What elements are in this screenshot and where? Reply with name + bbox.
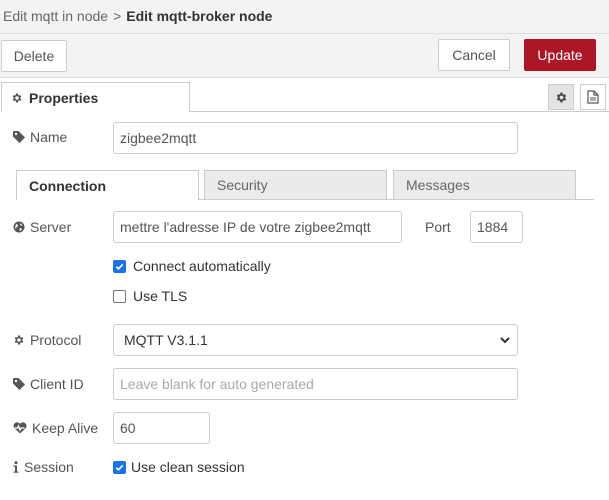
- use-tls-label: Use TLS: [133, 288, 188, 304]
- name-label: Name: [13, 129, 67, 145]
- clean-session-option[interactable]: Use clean session: [113, 459, 245, 475]
- tab-security[interactable]: Security: [204, 170, 387, 200]
- tab-properties[interactable]: Properties: [1, 82, 190, 112]
- session-label-text: Session: [24, 459, 74, 475]
- tab-connection[interactable]: Connection: [16, 170, 199, 200]
- config-tabs: Connection Security Messages: [16, 170, 594, 200]
- delete-button[interactable]: Delete: [1, 40, 67, 72]
- clean-session-checkbox[interactable]: [113, 460, 126, 474]
- session-label: Session: [13, 459, 74, 475]
- gear-icon: [556, 92, 566, 102]
- gear-icon: [12, 93, 22, 102]
- info-icon: [13, 461, 19, 473]
- port-input[interactable]: [470, 211, 523, 243]
- name-label-text: Name: [30, 129, 68, 145]
- server-input[interactable]: [113, 211, 402, 243]
- globe-icon: [13, 221, 25, 233]
- tab-properties-label: Properties: [29, 89, 99, 106]
- tab-divider: [189, 111, 609, 112]
- checkmark-icon: [115, 464, 124, 471]
- breadcrumb-separator: >: [113, 8, 122, 24]
- client-id-label-text: Client ID: [30, 376, 84, 392]
- tray-toolbar: Delete Cancel Update: [0, 34, 609, 78]
- port-label: Port: [425, 219, 451, 235]
- tag-icon: [13, 378, 25, 390]
- protocol-label-text: Protocol: [30, 332, 82, 348]
- protocol-select[interactable]: MQTT V3.1.1: [113, 324, 518, 356]
- chevron-down-icon: [500, 337, 510, 344]
- keep-alive-label-text: Keep Alive: [32, 420, 99, 436]
- tray-header: Edit mqtt in node > Edit mqtt-broker node: [0, 0, 609, 34]
- update-button[interactable]: Update: [524, 39, 596, 71]
- gear-icon: [14, 335, 24, 345]
- connect-automatically-label: Connect automatically: [133, 258, 271, 274]
- keep-alive-label: Keep Alive: [13, 420, 98, 436]
- use-tls-checkbox[interactable]: [113, 289, 126, 303]
- clean-session-label: Use clean session: [131, 459, 245, 475]
- client-id-input[interactable]: [113, 368, 518, 400]
- connect-automatically-checkbox[interactable]: [113, 259, 126, 273]
- tab-messages[interactable]: Messages: [393, 170, 576, 200]
- cancel-button[interactable]: Cancel: [438, 39, 510, 71]
- tag-icon: [13, 131, 25, 143]
- server-label: Server: [13, 219, 71, 235]
- name-input[interactable]: [113, 122, 518, 154]
- protocol-label: Protocol: [13, 332, 81, 348]
- keep-alive-input[interactable]: [113, 412, 210, 444]
- connect-automatically-option[interactable]: Connect automatically: [113, 258, 271, 274]
- client-id-label: Client ID: [13, 376, 84, 392]
- heartbeat-icon: [13, 422, 27, 434]
- document-icon: [587, 90, 599, 104]
- breadcrumb-current: Edit mqtt-broker node: [126, 8, 273, 24]
- breadcrumb: Edit mqtt in node > Edit mqtt-broker node: [3, 8, 272, 24]
- tray-tabs: Properties: [0, 82, 609, 112]
- node-settings-button[interactable]: [548, 84, 574, 110]
- protocol-selected-value: MQTT V3.1.1: [124, 332, 208, 348]
- use-tls-option[interactable]: Use TLS: [113, 288, 187, 304]
- node-description-button[interactable]: [580, 84, 606, 110]
- checkmark-icon: [115, 263, 124, 270]
- server-label-text: Server: [30, 219, 72, 235]
- breadcrumb-parent[interactable]: Edit mqtt in node: [3, 8, 108, 24]
